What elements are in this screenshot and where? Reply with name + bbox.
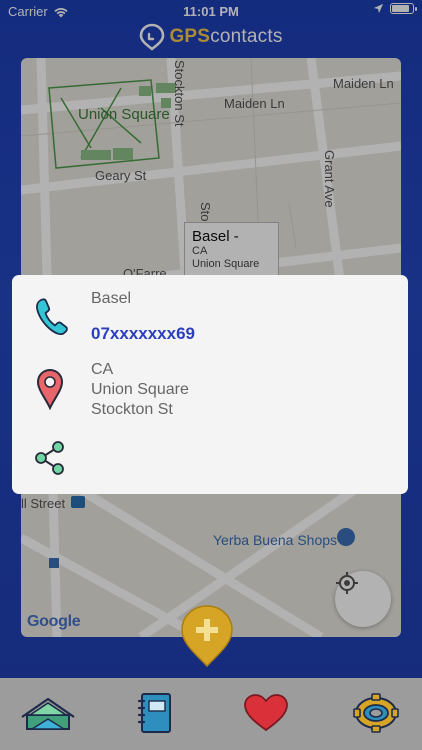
phone-icon[interactable] [34,297,68,335]
contact-info-card: Basel 07xxxxxxx69 CA Union Square Stockt… [12,275,408,494]
bottom-tab-bar [0,678,422,750]
contact-name: Basel [91,290,132,307]
add-contact-button[interactable] [180,604,234,668]
address-line-3: Stockton St [91,401,173,418]
heart-icon [244,694,288,732]
address-line-2: Union Square [91,381,189,398]
address-line-1: CA [91,361,114,378]
gear-icon [353,693,399,733]
contacts-book-icon [137,693,171,733]
tab-home[interactable] [16,688,80,738]
tab-settings[interactable] [346,688,406,738]
home-icon [21,697,75,730]
contact-phone-link[interactable]: 07xxxxxxx69 [91,324,195,344]
tab-favorites[interactable] [236,688,296,738]
contact-address: CA Union Square Stockton St [91,360,189,420]
location-pin-icon[interactable] [36,368,64,410]
share-icon[interactable] [34,440,66,476]
tab-contacts[interactable] [126,688,186,738]
